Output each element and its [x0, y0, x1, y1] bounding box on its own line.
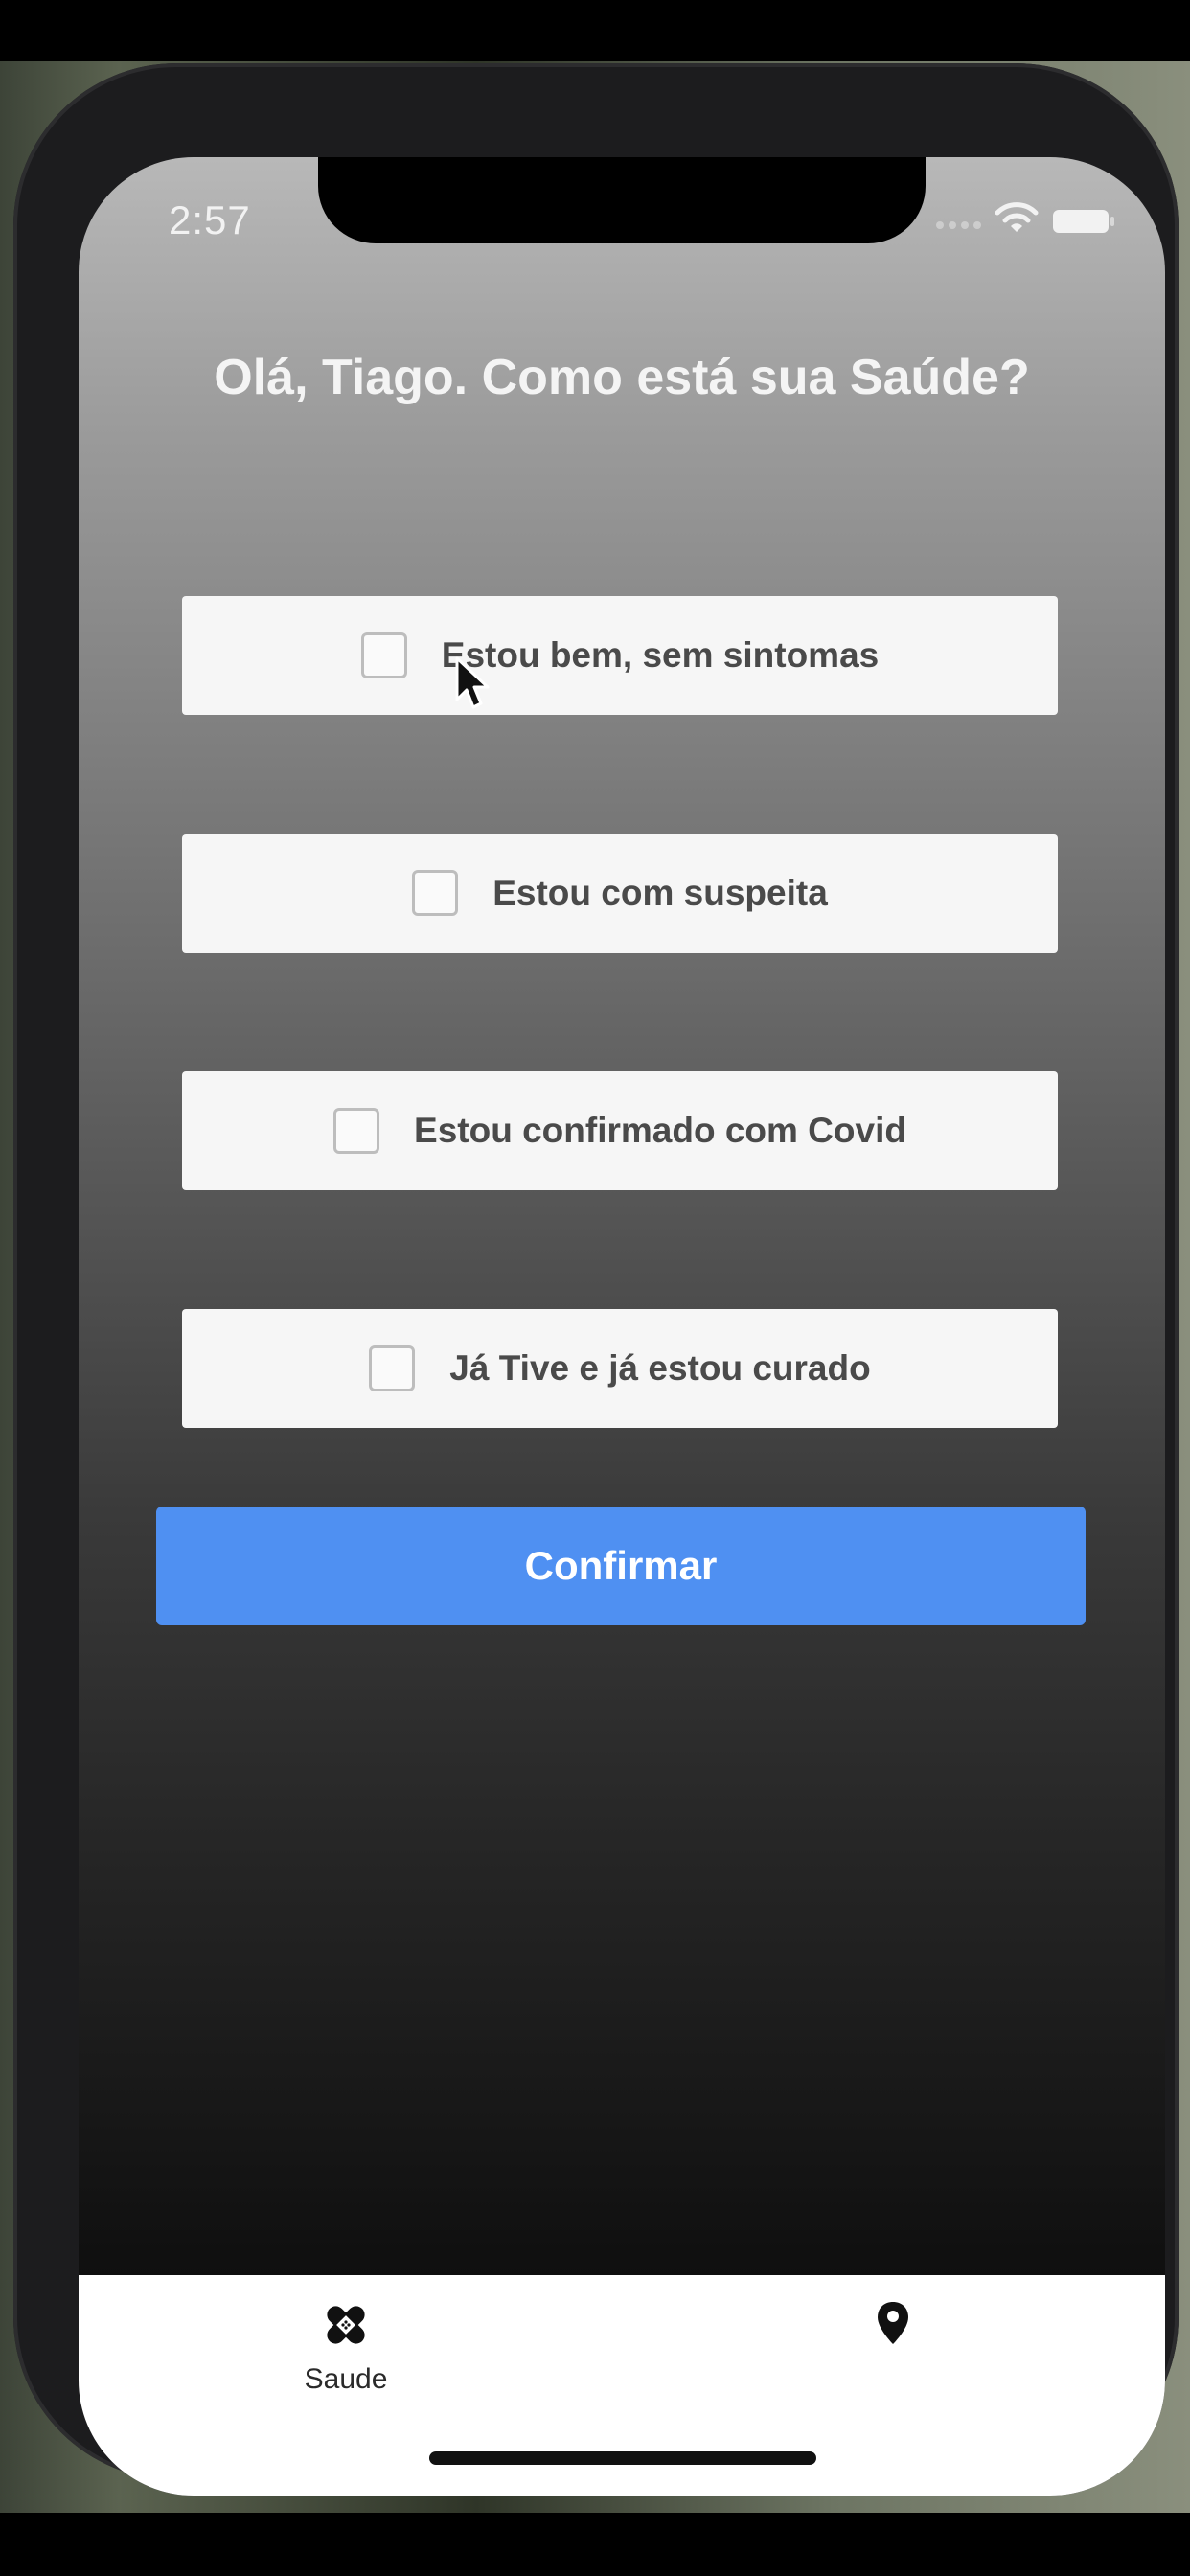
phone-frame: 2:57 Olá, Tiago. Como está sua Saúde? Es… [13, 63, 1179, 2496]
letterbox-bottom [0, 2513, 1190, 2576]
option-label: Já Tive e já estou curado [449, 1348, 871, 1388]
app-screen: 2:57 Olá, Tiago. Como está sua Saúde? Es… [79, 157, 1165, 2496]
battery-icon [1053, 210, 1114, 233]
option-label: Estou bem, sem sintomas [441, 635, 880, 675]
option-confirmed-covid[interactable]: Estou confirmado com Covid [182, 1071, 1058, 1190]
confirm-button[interactable]: Confirmar [156, 1506, 1086, 1625]
option-label: Estou com suspeita [492, 873, 828, 912]
bandage-icon [327, 2306, 365, 2344]
signal-icon [936, 221, 981, 229]
home-indicator [429, 2451, 816, 2465]
checkbox[interactable] [369, 1346, 416, 1392]
greeting-title: Olá, Tiago. Como está sua Saúde? [214, 350, 1030, 405]
status-bar-time: 2:57 [169, 197, 251, 242]
option-well-no-symptoms[interactable]: Estou bem, sem sintomas [182, 596, 1058, 715]
device-notch [318, 157, 926, 243]
letterbox-top [0, 0, 1190, 61]
location-pin-icon [878, 2302, 908, 2344]
mouse-cursor-icon [455, 656, 490, 709]
wifi-icon [995, 202, 1039, 232]
tab-saude[interactable]: Saude [202, 2275, 490, 2409]
option-recovered[interactable]: Já Tive e já estou curado [182, 1309, 1058, 1428]
checkbox[interactable] [333, 1108, 380, 1154]
option-label: Estou confirmado com Covid [414, 1111, 906, 1150]
tab-location[interactable] [749, 2275, 1037, 2409]
checkbox[interactable] [360, 632, 407, 678]
tab-label: Saude [304, 2363, 388, 2395]
option-suspected[interactable]: Estou com suspeita [182, 834, 1058, 953]
checkbox[interactable] [412, 870, 459, 916]
